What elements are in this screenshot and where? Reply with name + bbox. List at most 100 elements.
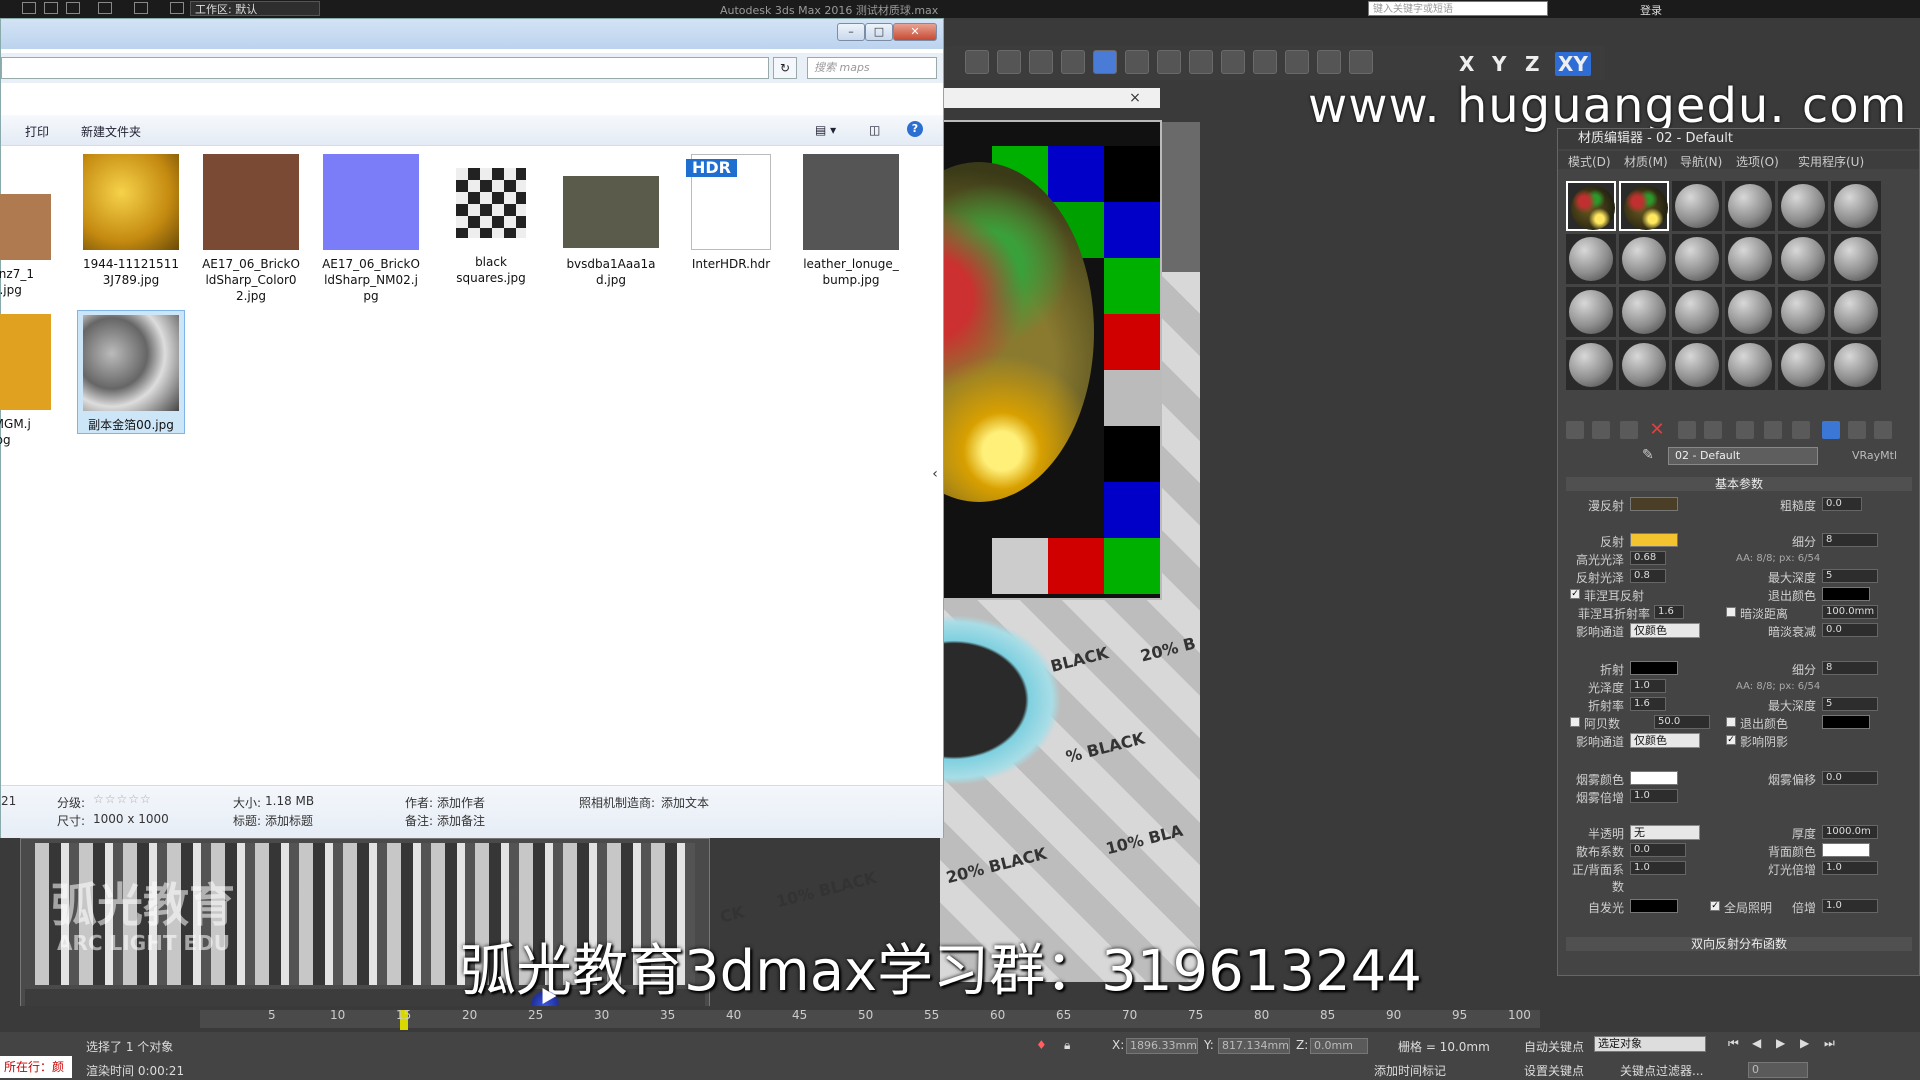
key-filters-button[interactable]: 关键点过滤器... — [1620, 1062, 1703, 1079]
abbe-input[interactable]: 50.0 — [1654, 715, 1710, 729]
affect-shadow-checkbox[interactable]: ✓ — [1726, 735, 1736, 745]
dim-distance-input[interactable]: 100.0mm — [1822, 605, 1878, 619]
render-setup-icon[interactable] — [1189, 50, 1213, 74]
z-coord-input[interactable]: 0.0mm — [1310, 1038, 1368, 1054]
fresnel-checkbox[interactable]: ✓ — [1570, 589, 1580, 599]
pick-material-icon[interactable]: ✎ — [1642, 447, 1654, 463]
fog-bias-input[interactable]: 0.0 — [1822, 771, 1878, 785]
align-icon[interactable] — [997, 50, 1021, 74]
get-material-icon[interactable] — [1566, 421, 1584, 439]
refract-affect-select[interactable]: 仅颜色 — [1630, 733, 1700, 748]
material-slot[interactable] — [1778, 181, 1828, 231]
close-button[interactable]: ✕ — [893, 23, 937, 41]
workspace-selector[interactable]: 工作区: 默认 — [190, 1, 320, 16]
set-key-button[interactable]: 设置关键点 — [1524, 1062, 1584, 1079]
axis-x-button[interactable]: X — [1459, 52, 1474, 76]
section-brdf[interactable]: 双向反射分布函数 — [1566, 937, 1912, 951]
dim-falloff-input[interactable]: 0.0 — [1822, 623, 1878, 637]
show-end-result-icon[interactable] — [1822, 421, 1840, 439]
menu-navigation[interactable]: 导航(N) — [1680, 153, 1722, 170]
material-type-button[interactable]: VRayMtl — [1852, 449, 1897, 462]
put-to-scene-icon[interactable] — [1592, 421, 1610, 439]
next-frame-icon[interactable]: ▶ — [1800, 1036, 1809, 1050]
thickness-input[interactable]: 1000.0m — [1822, 825, 1878, 839]
redo-icon[interactable] — [134, 2, 148, 14]
material-slot[interactable] — [1619, 181, 1669, 231]
axis-z-button[interactable]: Z — [1525, 52, 1540, 76]
material-slot[interactable] — [1619, 340, 1669, 390]
dim-distance-checkbox[interactable] — [1726, 607, 1736, 617]
render-close-button[interactable]: × — [1122, 88, 1148, 108]
view-options-icon[interactable]: ▤ ▾ — [815, 123, 836, 137]
menu-utilities[interactable]: 实用程序(U) — [1798, 153, 1864, 170]
add-time-tag-button[interactable]: 添加时间标记 — [1374, 1062, 1446, 1079]
explorer-search-input[interactable]: 搜索 maps — [807, 57, 937, 79]
go-to-parent-icon[interactable] — [1848, 421, 1866, 439]
section-basic-parameters[interactable]: 基本参数 — [1566, 477, 1912, 491]
material-name-field[interactable]: 02 - Default — [1668, 447, 1818, 465]
current-frame-input[interactable]: 0 — [1748, 1062, 1808, 1078]
reflect-color-swatch[interactable] — [1630, 533, 1678, 547]
self-illum-mult-input[interactable]: 1.0 — [1822, 899, 1878, 913]
file-item[interactable]: black squares.jpg — [437, 154, 545, 286]
material-slot[interactable] — [1831, 340, 1881, 390]
isolate-icon[interactable]: ♦ — [1036, 1038, 1047, 1052]
fog-color-swatch[interactable] — [1630, 771, 1678, 785]
material-slot[interactable] — [1725, 340, 1775, 390]
material-slot[interactable] — [1566, 234, 1616, 284]
render-production-icon[interactable] — [1317, 50, 1341, 74]
goto-end-icon[interactable]: ⏭ — [1824, 1036, 1835, 1051]
affect-channels-select[interactable]: 仅颜色 — [1630, 623, 1700, 638]
file-item[interactable]: 1944-11121511 3J789.jpg — [77, 154, 185, 288]
material-slot[interactable] — [1725, 234, 1775, 284]
make-unique-icon[interactable] — [1704, 421, 1722, 439]
layer-icon[interactable] — [1029, 50, 1053, 74]
preview-pane-icon[interactable]: ◫ — [869, 123, 880, 137]
refl-gloss-input[interactable]: 0.8 — [1630, 569, 1666, 583]
undo-icon[interactable] — [98, 2, 112, 14]
render-icon[interactable] — [1253, 50, 1277, 74]
print-button[interactable]: 打印 — [25, 123, 49, 140]
file-item[interactable]: _ErMGM.j pg — [0, 314, 57, 448]
material-slot[interactable] — [1566, 287, 1616, 337]
refract-subdivs-input[interactable]: 8 — [1822, 661, 1878, 675]
x-coord-input[interactable]: 1896.33mm — [1126, 1038, 1198, 1054]
material-slot[interactable] — [1672, 234, 1722, 284]
refresh-icon[interactable]: ↻ — [773, 57, 797, 79]
y-coord-input[interactable]: 817.134mm — [1218, 1038, 1290, 1054]
fog-mult-input[interactable]: 1.0 — [1630, 789, 1678, 803]
menu-options[interactable]: 选项(O) — [1736, 153, 1779, 170]
material-editor-title[interactable]: 材质编辑器 - 02 - Default — [1558, 129, 1919, 149]
address-input[interactable] — [1, 57, 769, 79]
mirror-icon[interactable] — [965, 50, 989, 74]
refract-exit-color-swatch[interactable] — [1822, 715, 1870, 729]
fwd-back-input[interactable]: 1.0 — [1630, 861, 1686, 875]
open-file-icon[interactable] — [44, 2, 58, 14]
prev-frame-icon[interactable]: ◀ — [1752, 1036, 1761, 1050]
abbe-checkbox[interactable] — [1570, 717, 1580, 727]
new-file-icon[interactable] — [22, 2, 36, 14]
hilight-gloss-input[interactable]: 0.68 — [1630, 551, 1666, 565]
material-slot[interactable] — [1831, 181, 1881, 231]
material-slot[interactable] — [1831, 234, 1881, 284]
minimize-button[interactable]: – — [837, 23, 865, 41]
material-slot[interactable] — [1672, 340, 1722, 390]
file-item[interactable]: 3PICnz7_1 74.jpg — [0, 174, 57, 298]
material-slot[interactable] — [1778, 340, 1828, 390]
help-search-input[interactable]: 键入关键字或短语 — [1368, 1, 1548, 16]
back-color-swatch[interactable] — [1822, 843, 1870, 857]
login-button[interactable]: 登录 — [1640, 2, 1662, 18]
teapot-icon[interactable] — [1285, 50, 1309, 74]
menu-material[interactable]: 材质(M) — [1624, 153, 1668, 170]
comment-value[interactable]: 添加备注 — [437, 812, 485, 829]
material-id-icon[interactable] — [1764, 421, 1782, 439]
translucent-select[interactable]: 无 — [1630, 825, 1700, 840]
copy-material-icon[interactable] — [1678, 421, 1696, 439]
key-selection-select[interactable]: 选定对象 — [1594, 1036, 1706, 1052]
camera-maker-value[interactable]: 添加文本 — [661, 794, 709, 811]
material-editor-icon[interactable] — [1157, 50, 1181, 74]
file-item[interactable]: bvsdba1Aaa1a d.jpg — [557, 154, 665, 288]
reflect-exit-color-swatch[interactable] — [1822, 587, 1870, 601]
material-slot[interactable] — [1831, 287, 1881, 337]
material-slot[interactable] — [1778, 287, 1828, 337]
